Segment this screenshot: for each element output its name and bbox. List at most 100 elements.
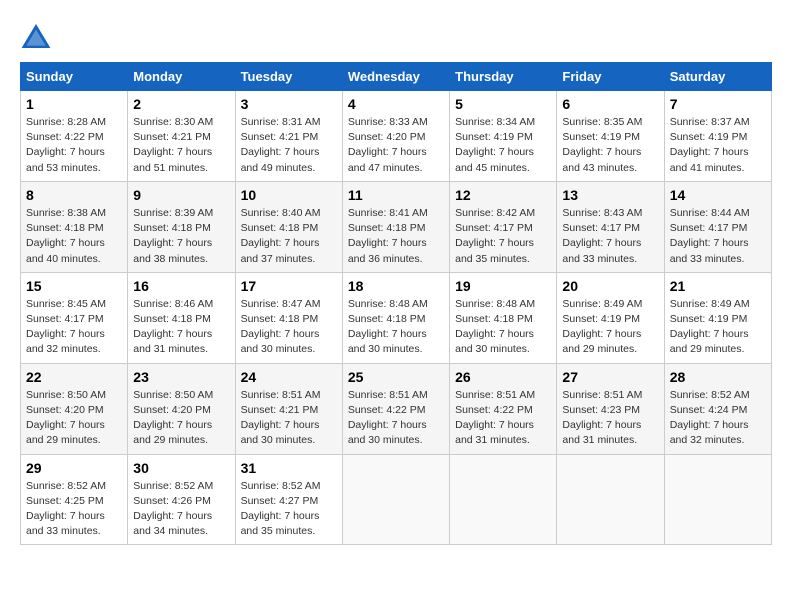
day-detail: Sunrise: 8:49 AM Sunset: 4:19 PM Dayligh…	[562, 297, 658, 358]
calendar-cell	[557, 454, 664, 545]
column-header-wednesday: Wednesday	[342, 63, 449, 91]
day-number: 13	[562, 187, 658, 203]
calendar-cell: 5 Sunrise: 8:34 AM Sunset: 4:19 PM Dayli…	[450, 91, 557, 182]
calendar-week-row: 15 Sunrise: 8:45 AM Sunset: 4:17 PM Dayl…	[21, 272, 772, 363]
calendar-cell: 12 Sunrise: 8:42 AM Sunset: 4:17 PM Dayl…	[450, 181, 557, 272]
day-number: 23	[133, 369, 229, 385]
day-number: 28	[670, 369, 766, 385]
calendar-cell: 8 Sunrise: 8:38 AM Sunset: 4:18 PM Dayli…	[21, 181, 128, 272]
day-detail: Sunrise: 8:52 AM Sunset: 4:24 PM Dayligh…	[670, 388, 766, 449]
day-number: 11	[348, 187, 444, 203]
day-number: 27	[562, 369, 658, 385]
calendar-cell: 31 Sunrise: 8:52 AM Sunset: 4:27 PM Dayl…	[235, 454, 342, 545]
day-detail: Sunrise: 8:35 AM Sunset: 4:19 PM Dayligh…	[562, 115, 658, 176]
calendar-cell	[450, 454, 557, 545]
calendar-cell: 19 Sunrise: 8:48 AM Sunset: 4:18 PM Dayl…	[450, 272, 557, 363]
day-number: 25	[348, 369, 444, 385]
day-detail: Sunrise: 8:52 AM Sunset: 4:25 PM Dayligh…	[26, 479, 122, 540]
column-header-sunday: Sunday	[21, 63, 128, 91]
logo-icon	[20, 20, 52, 52]
calendar-cell: 25 Sunrise: 8:51 AM Sunset: 4:22 PM Dayl…	[342, 363, 449, 454]
day-number: 16	[133, 278, 229, 294]
calendar-cell: 16 Sunrise: 8:46 AM Sunset: 4:18 PM Dayl…	[128, 272, 235, 363]
day-detail: Sunrise: 8:28 AM Sunset: 4:22 PM Dayligh…	[26, 115, 122, 176]
day-detail: Sunrise: 8:33 AM Sunset: 4:20 PM Dayligh…	[348, 115, 444, 176]
day-number: 8	[26, 187, 122, 203]
day-number: 2	[133, 96, 229, 112]
day-number: 19	[455, 278, 551, 294]
day-detail: Sunrise: 8:45 AM Sunset: 4:17 PM Dayligh…	[26, 297, 122, 358]
day-detail: Sunrise: 8:52 AM Sunset: 4:27 PM Dayligh…	[241, 479, 337, 540]
calendar-cell: 18 Sunrise: 8:48 AM Sunset: 4:18 PM Dayl…	[342, 272, 449, 363]
calendar-cell	[664, 454, 771, 545]
day-detail: Sunrise: 8:44 AM Sunset: 4:17 PM Dayligh…	[670, 206, 766, 267]
calendar-cell: 27 Sunrise: 8:51 AM Sunset: 4:23 PM Dayl…	[557, 363, 664, 454]
calendar-header-row: SundayMondayTuesdayWednesdayThursdayFrid…	[21, 63, 772, 91]
day-detail: Sunrise: 8:51 AM Sunset: 4:23 PM Dayligh…	[562, 388, 658, 449]
calendar-table: SundayMondayTuesdayWednesdayThursdayFrid…	[20, 62, 772, 545]
day-detail: Sunrise: 8:51 AM Sunset: 4:22 PM Dayligh…	[348, 388, 444, 449]
day-number: 10	[241, 187, 337, 203]
day-number: 17	[241, 278, 337, 294]
day-detail: Sunrise: 8:42 AM Sunset: 4:17 PM Dayligh…	[455, 206, 551, 267]
day-number: 31	[241, 460, 337, 476]
day-number: 20	[562, 278, 658, 294]
calendar-cell: 14 Sunrise: 8:44 AM Sunset: 4:17 PM Dayl…	[664, 181, 771, 272]
column-header-saturday: Saturday	[664, 63, 771, 91]
calendar-week-row: 1 Sunrise: 8:28 AM Sunset: 4:22 PM Dayli…	[21, 91, 772, 182]
day-number: 30	[133, 460, 229, 476]
day-detail: Sunrise: 8:38 AM Sunset: 4:18 PM Dayligh…	[26, 206, 122, 267]
logo	[20, 20, 56, 52]
calendar-cell	[342, 454, 449, 545]
day-detail: Sunrise: 8:50 AM Sunset: 4:20 PM Dayligh…	[133, 388, 229, 449]
day-detail: Sunrise: 8:34 AM Sunset: 4:19 PM Dayligh…	[455, 115, 551, 176]
day-number: 3	[241, 96, 337, 112]
page-header	[20, 20, 772, 52]
calendar-cell: 9 Sunrise: 8:39 AM Sunset: 4:18 PM Dayli…	[128, 181, 235, 272]
calendar-cell: 11 Sunrise: 8:41 AM Sunset: 4:18 PM Dayl…	[342, 181, 449, 272]
day-detail: Sunrise: 8:46 AM Sunset: 4:18 PM Dayligh…	[133, 297, 229, 358]
calendar-cell: 30 Sunrise: 8:52 AM Sunset: 4:26 PM Dayl…	[128, 454, 235, 545]
day-detail: Sunrise: 8:51 AM Sunset: 4:22 PM Dayligh…	[455, 388, 551, 449]
day-number: 7	[670, 96, 766, 112]
calendar-cell: 29 Sunrise: 8:52 AM Sunset: 4:25 PM Dayl…	[21, 454, 128, 545]
day-number: 5	[455, 96, 551, 112]
calendar-cell: 26 Sunrise: 8:51 AM Sunset: 4:22 PM Dayl…	[450, 363, 557, 454]
column-header-thursday: Thursday	[450, 63, 557, 91]
day-detail: Sunrise: 8:43 AM Sunset: 4:17 PM Dayligh…	[562, 206, 658, 267]
column-header-monday: Monday	[128, 63, 235, 91]
calendar-cell: 17 Sunrise: 8:47 AM Sunset: 4:18 PM Dayl…	[235, 272, 342, 363]
day-detail: Sunrise: 8:37 AM Sunset: 4:19 PM Dayligh…	[670, 115, 766, 176]
day-number: 1	[26, 96, 122, 112]
day-detail: Sunrise: 8:40 AM Sunset: 4:18 PM Dayligh…	[241, 206, 337, 267]
calendar-cell: 20 Sunrise: 8:49 AM Sunset: 4:19 PM Dayl…	[557, 272, 664, 363]
calendar-week-row: 22 Sunrise: 8:50 AM Sunset: 4:20 PM Dayl…	[21, 363, 772, 454]
calendar-cell: 22 Sunrise: 8:50 AM Sunset: 4:20 PM Dayl…	[21, 363, 128, 454]
calendar-cell: 10 Sunrise: 8:40 AM Sunset: 4:18 PM Dayl…	[235, 181, 342, 272]
day-detail: Sunrise: 8:52 AM Sunset: 4:26 PM Dayligh…	[133, 479, 229, 540]
day-detail: Sunrise: 8:50 AM Sunset: 4:20 PM Dayligh…	[26, 388, 122, 449]
day-number: 24	[241, 369, 337, 385]
day-detail: Sunrise: 8:48 AM Sunset: 4:18 PM Dayligh…	[348, 297, 444, 358]
day-detail: Sunrise: 8:47 AM Sunset: 4:18 PM Dayligh…	[241, 297, 337, 358]
calendar-cell: 7 Sunrise: 8:37 AM Sunset: 4:19 PM Dayli…	[664, 91, 771, 182]
day-detail: Sunrise: 8:39 AM Sunset: 4:18 PM Dayligh…	[133, 206, 229, 267]
column-header-friday: Friday	[557, 63, 664, 91]
day-detail: Sunrise: 8:51 AM Sunset: 4:21 PM Dayligh…	[241, 388, 337, 449]
day-number: 26	[455, 369, 551, 385]
calendar-cell: 21 Sunrise: 8:49 AM Sunset: 4:19 PM Dayl…	[664, 272, 771, 363]
column-header-tuesday: Tuesday	[235, 63, 342, 91]
calendar-cell: 6 Sunrise: 8:35 AM Sunset: 4:19 PM Dayli…	[557, 91, 664, 182]
day-number: 14	[670, 187, 766, 203]
day-number: 4	[348, 96, 444, 112]
calendar-cell: 1 Sunrise: 8:28 AM Sunset: 4:22 PM Dayli…	[21, 91, 128, 182]
day-number: 18	[348, 278, 444, 294]
day-number: 22	[26, 369, 122, 385]
calendar-cell: 13 Sunrise: 8:43 AM Sunset: 4:17 PM Dayl…	[557, 181, 664, 272]
calendar-week-row: 29 Sunrise: 8:52 AM Sunset: 4:25 PM Dayl…	[21, 454, 772, 545]
page-container: SundayMondayTuesdayWednesdayThursdayFrid…	[20, 20, 772, 545]
day-detail: Sunrise: 8:31 AM Sunset: 4:21 PM Dayligh…	[241, 115, 337, 176]
day-detail: Sunrise: 8:48 AM Sunset: 4:18 PM Dayligh…	[455, 297, 551, 358]
day-detail: Sunrise: 8:49 AM Sunset: 4:19 PM Dayligh…	[670, 297, 766, 358]
day-number: 15	[26, 278, 122, 294]
